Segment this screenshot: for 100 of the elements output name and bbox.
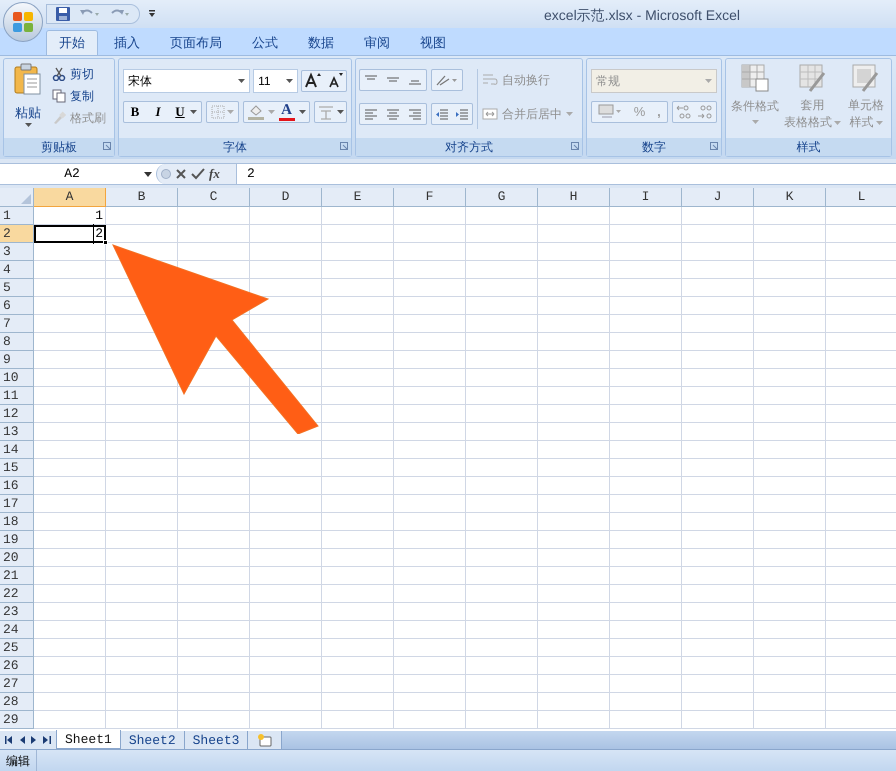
dialog-launcher-icon[interactable] (103, 142, 111, 150)
row-header[interactable]: 8 (0, 333, 34, 351)
column-header[interactable]: E (322, 188, 394, 207)
merge-cells-icon (482, 107, 498, 121)
row-header[interactable]: 21 (0, 567, 34, 585)
vertical-align-buttons[interactable] (359, 69, 427, 91)
row-header[interactable]: 10 (0, 369, 34, 387)
column-header[interactable]: I (610, 188, 682, 207)
ribbon-tab[interactable]: 视图 (406, 30, 460, 55)
caret-icon[interactable] (298, 110, 306, 114)
row-header[interactable]: 23 (0, 603, 34, 621)
row-header[interactable]: 16 (0, 477, 34, 495)
column-header[interactable]: C (178, 188, 250, 207)
caret-icon (226, 110, 234, 114)
column-header[interactable]: D (250, 188, 322, 207)
column-header[interactable]: F (394, 188, 466, 207)
row-header[interactable]: 9 (0, 351, 34, 369)
close-icon[interactable] (175, 168, 187, 180)
caret-icon (566, 112, 573, 116)
formula-input[interactable]: 2 (236, 164, 896, 184)
row-header[interactable]: 27 (0, 675, 34, 693)
expand-handle[interactable] (161, 169, 171, 179)
row-header[interactable]: 13 (0, 423, 34, 441)
cut-button[interactable]: 剪切 (52, 65, 106, 83)
group-label: 对齐方式 (445, 139, 493, 156)
bold-button[interactable]: B (124, 102, 146, 122)
office-button[interactable] (3, 2, 43, 42)
dialog-launcher-icon[interactable] (340, 142, 348, 150)
column-header[interactable]: L (826, 188, 896, 207)
fill-handle[interactable] (103, 240, 108, 245)
row-header[interactable]: 17 (0, 495, 34, 513)
row-header[interactable]: 6 (0, 297, 34, 315)
last-sheet-icon[interactable] (43, 736, 51, 744)
row-header[interactable]: 3 (0, 243, 34, 261)
italic-button[interactable]: I (146, 102, 170, 122)
insert-function-button[interactable]: fx (209, 164, 220, 184)
row-header[interactable]: 18 (0, 513, 34, 531)
row-header[interactable]: 20 (0, 549, 34, 567)
table-brush-icon (798, 63, 828, 93)
row-header[interactable]: 7 (0, 315, 34, 333)
column-header[interactable]: A (34, 188, 106, 207)
indent-buttons[interactable] (431, 103, 473, 125)
font-name-field[interactable]: 宋体 (123, 69, 250, 93)
table-cell[interactable]: 1 (34, 207, 106, 225)
row-header[interactable]: 12 (0, 405, 34, 423)
row-header[interactable]: 25 (0, 639, 34, 657)
row-header[interactable]: 19 (0, 531, 34, 549)
angled-text-icon (435, 73, 459, 87)
row-header[interactable]: 24 (0, 621, 34, 639)
previous-sheet-icon[interactable] (19, 736, 25, 744)
caret-icon (876, 120, 882, 124)
row-header[interactable]: 1 (0, 207, 34, 225)
row-header[interactable]: 28 (0, 693, 34, 711)
sheet-tab[interactable]: Sheet1 (56, 730, 121, 749)
row-header[interactable]: 5 (0, 279, 34, 297)
next-sheet-icon[interactable] (31, 736, 37, 744)
sheet-tab[interactable]: Sheet2 (120, 731, 185, 749)
decrease-indent-icon (435, 108, 449, 120)
underline-button[interactable]: U (170, 102, 190, 122)
ribbon-tab[interactable]: 插入 (100, 30, 154, 55)
office-logo-icon (11, 10, 35, 34)
phonetic-icon (316, 104, 335, 120)
row-header[interactable]: 14 (0, 441, 34, 459)
group-label: 数字 (642, 139, 666, 156)
dialog-launcher-icon[interactable] (571, 142, 579, 150)
column-header[interactable]: H (538, 188, 610, 207)
caret-icon (834, 120, 841, 124)
copy-icon (52, 89, 66, 103)
column-header[interactable]: J (682, 188, 754, 207)
insert-sheet-tab[interactable] (248, 731, 282, 749)
ribbon-tab[interactable]: 审阅 (350, 30, 404, 55)
font-size-field[interactable]: 11 (253, 69, 298, 93)
customize-dropdown-icon[interactable] (148, 9, 156, 19)
row-header[interactable]: 15 (0, 459, 34, 477)
horizontal-align-buttons[interactable] (359, 103, 427, 125)
sheet-tab[interactable]: Sheet3 (184, 731, 248, 749)
orientation-button[interactable] (431, 69, 463, 91)
caret-icon[interactable] (190, 110, 197, 114)
ribbon-tab[interactable]: 公式 (238, 30, 292, 55)
paste-button[interactable]: 粘贴 (8, 63, 48, 138)
ribbon-tab[interactable]: 开始 (46, 30, 98, 55)
name-box[interactable]: A2 (0, 164, 156, 184)
row-header[interactable]: 2 (0, 225, 34, 243)
table-cell[interactable]: 2 (34, 225, 106, 243)
column-header[interactable]: K (754, 188, 826, 207)
row-header[interactable]: 11 (0, 387, 34, 405)
ribbon-tab[interactable]: 数据 (294, 30, 348, 55)
row-header[interactable]: 29 (0, 711, 34, 729)
column-header[interactable]: G (466, 188, 538, 207)
align-right-icon (408, 108, 422, 120)
first-sheet-icon[interactable] (5, 736, 13, 744)
row-header[interactable]: 22 (0, 585, 34, 603)
checkmark-icon[interactable] (191, 168, 205, 180)
copy-button[interactable]: 复制 (52, 87, 106, 105)
row-header[interactable]: 26 (0, 657, 34, 675)
dialog-launcher-icon[interactable] (710, 142, 718, 150)
ribbon-tab[interactable]: 页面布局 (156, 30, 236, 55)
column-header[interactable]: B (106, 188, 178, 207)
save-icon[interactable] (55, 6, 71, 22)
row-header[interactable]: 4 (0, 261, 34, 279)
